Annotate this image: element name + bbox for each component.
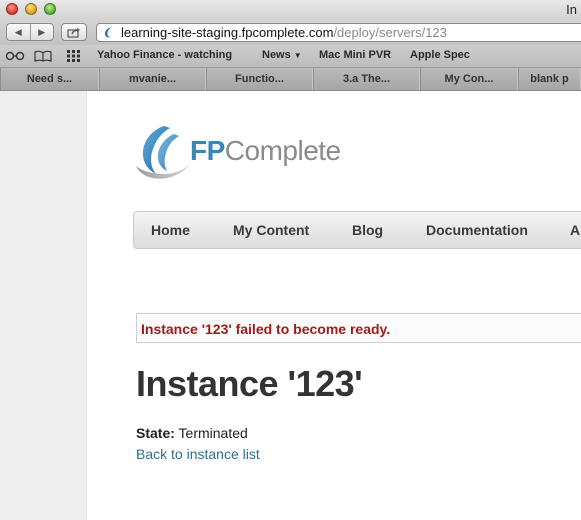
back-forward-group: ◀ ▶: [6, 23, 54, 41]
bookmark-mac-mini-pvr[interactable]: Mac Mini PVR: [319, 49, 391, 61]
error-alert: Instance '123' failed to become ready.: [136, 313, 581, 343]
bookmark-label: News: [262, 49, 291, 61]
top-sites-button[interactable]: [67, 49, 81, 63]
tab-label: blank p: [530, 73, 569, 85]
page-left-gutter: [0, 91, 87, 520]
back-button[interactable]: ◀: [7, 24, 31, 40]
bookmark-news-folder[interactable]: News ▼: [262, 49, 302, 61]
bookmark-label: Apple Spec: [410, 49, 470, 61]
tab-label: My Con...: [444, 73, 494, 85]
share-button[interactable]: [61, 23, 87, 41]
reading-list-button[interactable]: [5, 49, 25, 63]
tab-label: Need s...: [26, 73, 73, 85]
error-alert-message: Instance '123' failed to become ready.: [141, 321, 391, 337]
browser-toolbar: ◀ ▶ learning-site-staging.fpcomplete.com…: [0, 19, 581, 45]
tab-label: 3.a The...: [342, 73, 391, 85]
url-host: learning-site-staging.fpcomplete.com: [121, 25, 334, 40]
browser-tab[interactable]: Need s...: [0, 68, 99, 90]
state-label: State:: [136, 425, 175, 441]
browser-tab[interactable]: My Con...: [420, 68, 518, 90]
nav-my-content[interactable]: My Content: [233, 222, 309, 238]
instance-state: State: Terminated: [136, 425, 248, 441]
site-navbar: Home My Content Blog Documentation A: [133, 211, 581, 249]
share-icon: [67, 27, 80, 38]
browser-tab[interactable]: Functio...: [206, 68, 313, 90]
logo-fp-text: FP: [190, 135, 225, 166]
browser-tab[interactable]: 3.a The...: [313, 68, 420, 90]
zoom-window-button[interactable]: [44, 3, 56, 15]
window-titlebar: In: [0, 0, 581, 19]
bookmarks-bar: Yahoo Finance - watching News ▼ Mac Mini …: [0, 45, 581, 68]
browser-tab[interactable]: mvanie...: [99, 68, 206, 90]
nav-home[interactable]: Home: [151, 222, 190, 238]
address-bar[interactable]: learning-site-staging.fpcomplete.com/dep…: [96, 23, 581, 42]
fpcomplete-favicon-icon: [105, 27, 112, 38]
page-title: Instance '123': [136, 363, 363, 404]
nav-blog[interactable]: Blog: [352, 222, 383, 238]
reading-list-glasses-icon: [5, 51, 25, 61]
url-path: /deploy/servers/123: [333, 25, 447, 40]
back-arrow-icon: ◀: [14, 26, 22, 37]
tab-label: Functio...: [235, 73, 284, 85]
bookmark-label: Mac Mini PVR: [319, 49, 392, 61]
back-to-instance-list-link[interactable]: Back to instance list: [136, 446, 260, 462]
nav-documentation[interactable]: Documentation: [426, 222, 528, 238]
fpcomplete-logo-wordmark[interactable]: FPComplete: [190, 135, 341, 167]
forward-arrow-icon: ▶: [38, 26, 46, 37]
browser-tab[interactable]: blank p: [518, 68, 581, 90]
bookmark-apple-spec[interactable]: Apple Spec: [410, 49, 470, 61]
tab-label: mvanie...: [128, 73, 177, 85]
bookmarks-button[interactable]: [34, 49, 52, 63]
minimize-window-button[interactable]: [25, 3, 37, 15]
window-title: In: [566, 2, 577, 17]
tab-bar: Need s... mvanie... Functio... 3.a The..…: [0, 68, 581, 91]
chevron-down-icon: ▼: [293, 51, 302, 60]
grid-icon: [67, 50, 80, 62]
logo-complete-text: Complete: [224, 135, 341, 166]
bookmark-label: Yahoo Finance - watching: [97, 49, 233, 61]
close-window-button[interactable]: [6, 3, 18, 15]
bookmark-yahoo-finance[interactable]: Yahoo Finance - watching: [97, 49, 232, 61]
nav-item-truncated[interactable]: A: [570, 222, 580, 238]
open-book-icon: [34, 50, 52, 62]
forward-button[interactable]: ▶: [31, 24, 54, 40]
state-value: Terminated: [178, 425, 248, 441]
